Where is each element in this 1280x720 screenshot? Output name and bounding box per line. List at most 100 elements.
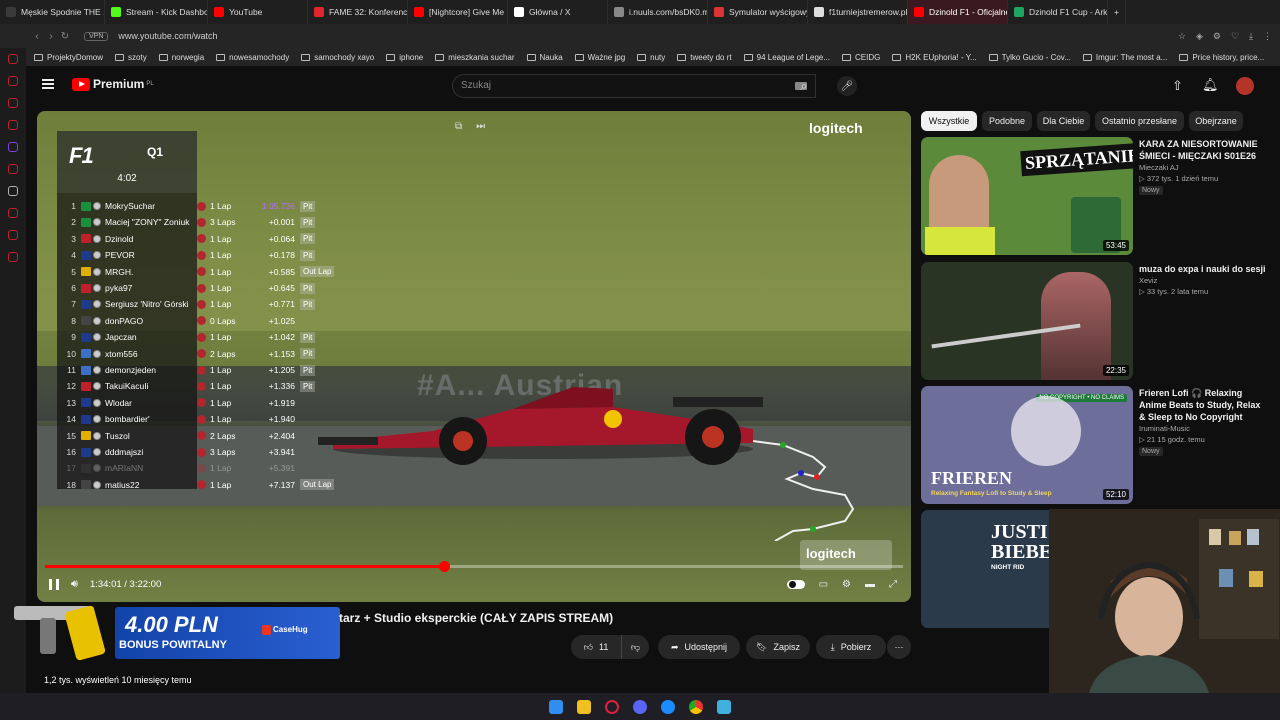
sidebar-app-icon[interactable] [8, 120, 18, 130]
theater-mode-icon[interactable]: ▬ [865, 579, 875, 590]
search-icon[interactable]: ⌕ [792, 74, 816, 98]
bookmark-item[interactable]: norwegia [158, 53, 204, 62]
progress-bar[interactable] [45, 561, 903, 572]
bookmark-item[interactable]: ProjektyDomow [34, 53, 103, 62]
filter-chip[interactable]: Dla Ciebie [1037, 111, 1090, 131]
bookmark-item[interactable]: 94 League of Lege... [743, 53, 830, 62]
hamburger-menu-icon[interactable] [42, 79, 54, 89]
bookmark-item[interactable]: szoty [115, 53, 147, 62]
folder-icon [216, 53, 226, 61]
volume-icon[interactable]: 🔊︎ [71, 578, 78, 591]
browser-tab[interactable]: Główna / X [508, 0, 608, 24]
like-button[interactable]: 👍︎ 11 [571, 635, 621, 659]
extensions-icon[interactable]: ⚙ [1213, 31, 1221, 42]
sidebar-app-icon[interactable] [8, 98, 18, 108]
bookmark-item[interactable]: H2K EUphoria! - Y... [892, 53, 977, 62]
browser-tab[interactable]: YouTube [208, 0, 308, 24]
url-field[interactable]: www.youtube.com/watch [118, 31, 217, 41]
bookmark-item[interactable]: Imgur: The most a... [1082, 53, 1167, 62]
upload-icon[interactable]: ⇧ [1172, 78, 1183, 94]
dislike-button[interactable]: 👎︎ [621, 635, 649, 659]
microphone-icon[interactable]: 🎤︎ [837, 76, 857, 96]
browser-tab[interactable]: f1turniejstremerow.pl [808, 0, 908, 24]
download-icon[interactable]: ⤓ [1249, 31, 1253, 42]
bookmark-item[interactable]: tweety do rt [677, 53, 732, 62]
vpn-badge[interactable]: VPN [84, 31, 109, 41]
bookmark-item[interactable]: nuty [637, 53, 665, 62]
filter-chip[interactable]: Ostatnio przesłane [1095, 111, 1184, 131]
file-explorer-icon[interactable] [577, 699, 591, 714]
bookmark-item[interactable]: mieszkania suchar [435, 53, 515, 62]
windows-start-icon[interactable] [549, 699, 563, 714]
notepad-icon[interactable] [717, 699, 731, 714]
browser-tab[interactable]: [Nightcore] Give Me ... [408, 0, 508, 24]
sidebar-app-icon[interactable] [8, 208, 18, 218]
filter-chip[interactable]: Podobne [982, 111, 1032, 131]
recommendation-title[interactable]: Frieren Lofi 🎧 Relaxing Anime Beats to S… [1139, 387, 1269, 423]
bookmark-item[interactable]: CEIDG [842, 53, 880, 62]
more-actions-button[interactable]: ⋯ [887, 635, 911, 659]
discord-icon[interactable] [633, 699, 647, 714]
download-button[interactable]: ⤓ Pobierz [816, 635, 886, 659]
sidebar-app-icon[interactable] [8, 142, 18, 152]
menu-dots-icon[interactable]: ⋮ [1263, 31, 1272, 42]
recommendation-title[interactable]: muza do expa i nauki do sesji [1139, 263, 1269, 275]
subtitles-icon[interactable]: ▭ [819, 579, 828, 590]
shield-icon[interactable]: ◈ [1196, 31, 1203, 42]
video-thumbnail[interactable]: NO COPYRIGHT • NO CLAIMS FRIEREN Relaxing … [921, 386, 1133, 504]
video-thumbnail[interactable]: SPRZĄTANIE 53:45 [921, 137, 1133, 255]
bookmark-item[interactable]: Nauka [526, 53, 563, 62]
sidebar-app-icon[interactable] [8, 230, 18, 240]
fullscreen-icon[interactable]: ⤢ [889, 579, 897, 590]
sidebar-app-icon[interactable] [8, 252, 18, 262]
sidebar-app-icon[interactable] [8, 76, 18, 86]
browser-tab[interactable]: i.nuuls.com/bsDK0.m... [608, 0, 708, 24]
miniplayer-icon[interactable]: ⧉ [455, 121, 462, 132]
bookmark-item[interactable]: iphone [386, 53, 423, 62]
filter-chip[interactable]: Obejrzane [1189, 111, 1243, 131]
progress-scrubber[interactable] [438, 561, 450, 572]
recommendation-channel[interactable]: Iruminati-Music [1139, 424, 1190, 433]
video-player[interactable]: #A... Austrian ⧉ ⏭ logitech logitech F1 … [37, 111, 911, 602]
video-thumbnail[interactable]: 22:35 [921, 262, 1133, 380]
recommendation-channel[interactable]: Xeviz [1139, 276, 1157, 285]
sidebar-app-icon[interactable] [8, 54, 18, 64]
browser-tab[interactable]: Dzinold F1 - Oficjalne ... [908, 0, 1008, 24]
leaderboard-row: 15 Tuszol [57, 428, 203, 444]
filter-chip[interactable]: Wszystkie [921, 111, 977, 131]
youtube-logo[interactable]: Premium PL [72, 77, 154, 91]
bookmark-icon[interactable]: ☆ [1178, 31, 1186, 42]
browser-tab[interactable]: Stream - Kick Dashbo... [105, 0, 208, 24]
back-icon[interactable]: ‹ [30, 31, 44, 42]
save-button[interactable]: 🔖︎ Zapisz [746, 635, 810, 659]
bookmark-item[interactable]: Ważne jpg [574, 53, 625, 62]
notifications-bell-icon[interactable]: 🔔︎ [1202, 77, 1219, 93]
sidebar-app-icon[interactable] [8, 186, 18, 196]
user-avatar[interactable] [1236, 77, 1254, 95]
bookmark-item[interactable]: Tylko Gucio - Cov... [988, 53, 1071, 62]
browser-tab[interactable]: FAME 32: Konferencja... [308, 0, 408, 24]
bookmark-item[interactable]: samochody xayo [301, 53, 374, 62]
search-input[interactable]: Szukaj [452, 74, 816, 98]
share-button[interactable]: ➦ Udostępnij [658, 635, 740, 659]
chrome-icon[interactable] [689, 699, 703, 714]
browser-tab[interactable]: Dzinold F1 Cup - Arku... [1008, 0, 1108, 24]
autoplay-toggle[interactable] [786, 579, 805, 589]
heart-icon[interactable]: ♡ [1231, 31, 1239, 42]
messenger-icon[interactable] [661, 699, 675, 714]
ad-banner[interactable]: 4.00 PLN BONUS POWITALNY CaseHug [115, 607, 340, 659]
browser-tab[interactable]: Męskie Spodnie THE ... [0, 0, 105, 24]
opera-browser-icon[interactable] [605, 699, 619, 714]
pause-icon[interactable] [49, 578, 59, 590]
recommendation-title[interactable]: KARA ZA NIESORTOWANIE ŚMIECI - MIĘCZAKI … [1139, 138, 1269, 162]
bookmark-item[interactable]: nowesamochody [216, 53, 289, 62]
reload-icon[interactable]: ↻ [58, 31, 72, 42]
settings-gear-icon[interactable]: ⚙ [842, 579, 851, 590]
new-tab-icon[interactable]: + [1108, 0, 1126, 24]
recommendation-channel[interactable]: Mieczaki AJ [1139, 163, 1179, 172]
sidebar-app-icon[interactable] [8, 164, 18, 174]
skip-icon[interactable]: ⏭ [476, 121, 485, 132]
forward-icon[interactable]: › [44, 31, 58, 42]
bookmark-item[interactable]: Price history, price... [1179, 53, 1264, 62]
browser-tab[interactable]: Symulator wyścigowy ... [708, 0, 808, 24]
